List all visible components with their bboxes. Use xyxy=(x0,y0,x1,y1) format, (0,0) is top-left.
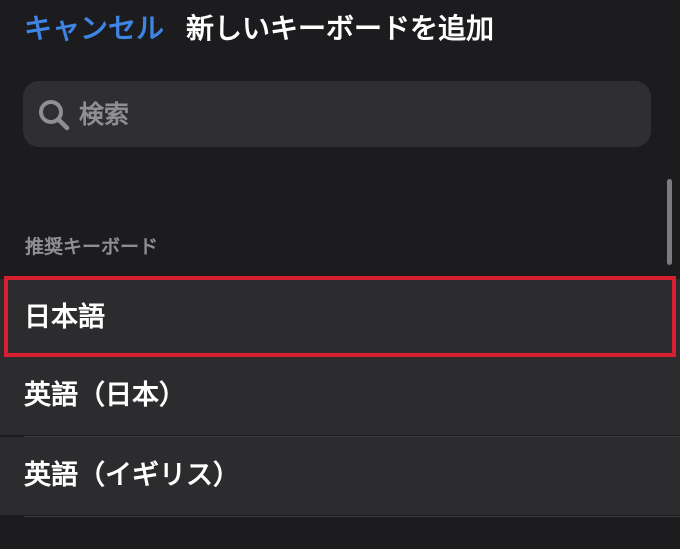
list-item-label: 日本語 xyxy=(24,302,105,333)
list-footer-space xyxy=(0,517,680,549)
search-icon xyxy=(37,98,71,132)
section-header-recommended: 推奨キーボード xyxy=(25,236,159,258)
page-title: 新しいキーボードを追加 xyxy=(186,12,495,45)
list-item-english-japan[interactable]: 英語（日本） xyxy=(0,357,680,435)
search-bar[interactable] xyxy=(23,81,651,147)
list-item-japanese[interactable]: 日本語 xyxy=(0,279,680,357)
navigation-bar: キャンセル 新しいキーボードを追加 xyxy=(0,0,680,60)
list-item-label: 英語（日本） xyxy=(24,380,186,411)
scrollbar[interactable] xyxy=(667,179,672,265)
cancel-button[interactable]: キャンセル xyxy=(24,9,164,49)
add-keyboard-screen: キャンセル 新しいキーボードを追加 推奨キーボード 日本語 英語（日本） 英語（… xyxy=(0,0,680,549)
list-item-label: 英語（イギリス） xyxy=(24,460,240,491)
search-input[interactable] xyxy=(79,81,639,147)
list-item-english-uk[interactable]: 英語（イギリス） xyxy=(0,437,680,515)
